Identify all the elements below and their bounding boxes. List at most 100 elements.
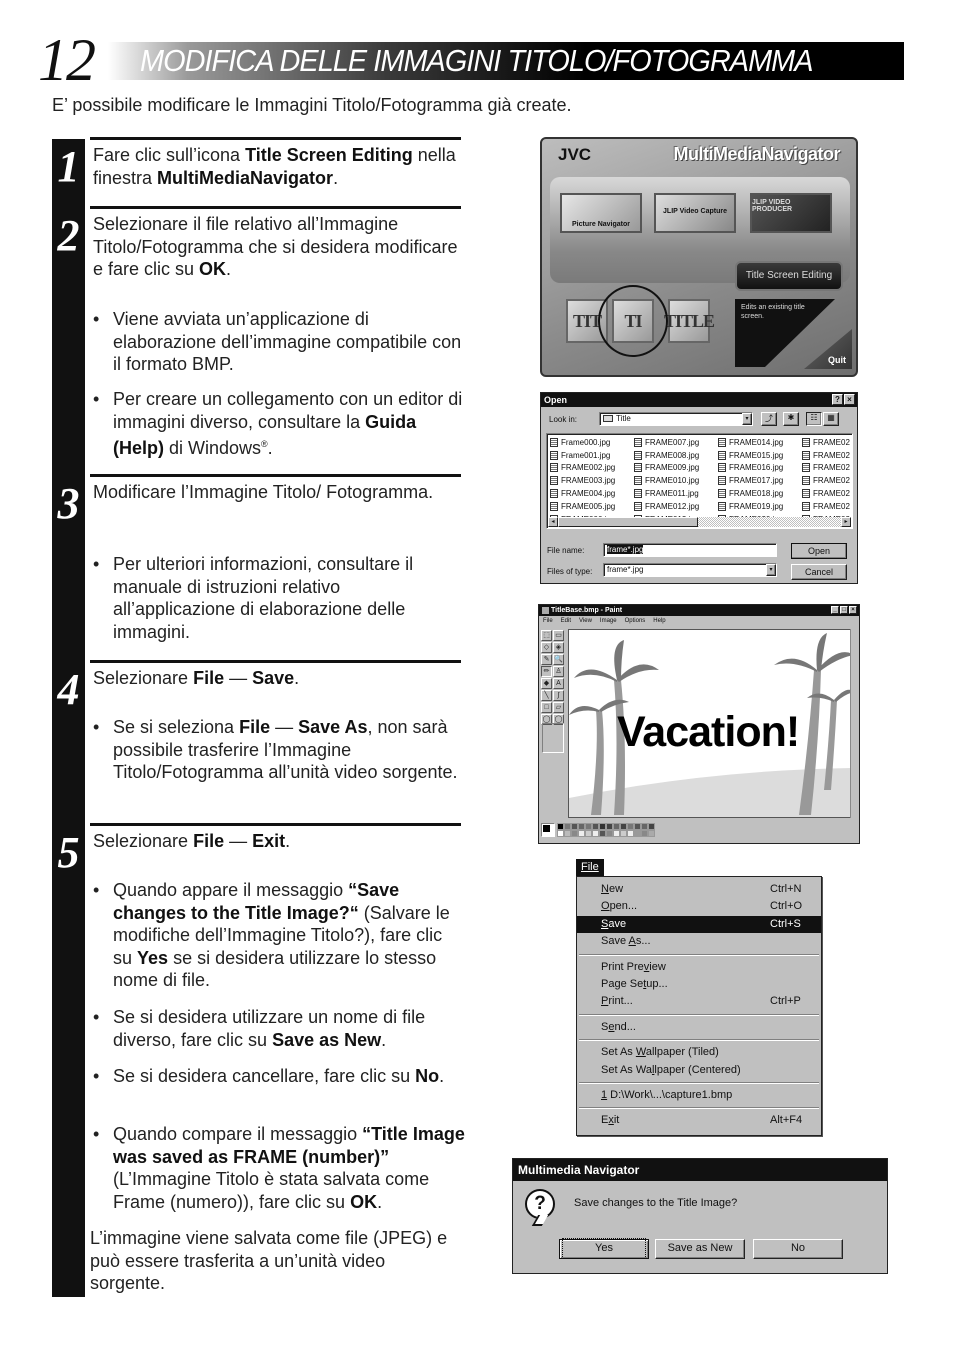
file-item[interactable]: FRAME007.jpg	[634, 436, 718, 449]
menu-options[interactable]: Options	[625, 616, 646, 626]
open-button[interactable]: Open	[791, 543, 847, 559]
color-swatch[interactable]	[627, 823, 634, 830]
file-menu-item[interactable]: Print... Ctrl+P	[577, 993, 821, 1010]
minimize-icon[interactable]: _	[831, 606, 839, 614]
file-item[interactable]: FRAME016.jpg	[718, 462, 802, 475]
color-swatch[interactable]	[578, 823, 585, 830]
paint-tool-button[interactable]: ⬚	[541, 630, 552, 641]
color-swatch[interactable]	[620, 823, 627, 830]
file-menu-item[interactable]: Send...	[577, 1019, 821, 1036]
paint-tool-button[interactable]: ✏	[541, 666, 552, 677]
file-item[interactable]: FRAME019.jpg	[718, 500, 802, 513]
paint-tool-button[interactable]: ▱	[553, 702, 564, 713]
yes-button[interactable]: Yes	[559, 1238, 649, 1259]
file-list[interactable]: Frame000.jpg Frame001.jpg FRAME002.jpg FRAM…	[546, 433, 853, 529]
no-button[interactable]: No	[753, 1239, 843, 1259]
file-menu-item[interactable]: Exit Alt+F4	[577, 1112, 821, 1129]
color-swatch[interactable]	[620, 830, 627, 837]
color-swatch[interactable]	[571, 823, 578, 830]
look-in-select[interactable]: Title ▾	[599, 412, 753, 426]
file-item[interactable]: FRAME002.jpg	[550, 462, 634, 475]
color-swatch[interactable]	[641, 830, 648, 837]
file-item[interactable]: Frame001.jpg	[550, 449, 634, 462]
color-swatch[interactable]	[557, 830, 564, 837]
file-menu-item[interactable]: Set As Wallpaper (Tiled)	[577, 1044, 821, 1061]
quit-button[interactable]: Quit	[804, 329, 852, 369]
color-swatch[interactable]	[599, 830, 606, 837]
chevron-down-icon[interactable]: ▾	[742, 413, 752, 425]
paint-tool-button[interactable]: A	[553, 678, 564, 689]
color-swatch[interactable]	[613, 830, 620, 837]
maximize-icon[interactable]: □	[840, 606, 848, 614]
up-folder-icon[interactable]: ⤴	[761, 412, 777, 426]
file-item[interactable]: FRAME017.jpg	[718, 474, 802, 487]
file-menu-item[interactable]: Print Preview	[577, 959, 821, 976]
menu-file[interactable]: File	[543, 616, 553, 626]
file-item[interactable]: FRAME012.jpg	[634, 500, 718, 513]
file-item[interactable]: FRAME003.jpg	[550, 474, 634, 487]
paint-tool-button[interactable]: ◆	[541, 678, 552, 689]
file-type-select[interactable]: frame*.jpg ▾	[603, 563, 777, 577]
file-menu-item[interactable]: Open... Ctrl+O	[577, 898, 821, 915]
scrollbar-thumb[interactable]	[558, 517, 698, 527]
file-item[interactable]: FRAME02	[802, 487, 852, 500]
scroll-left-icon[interactable]: ◂	[548, 517, 558, 527]
list-view-icon[interactable]: ☷	[806, 412, 822, 426]
title-tool-button[interactable]: TITLE	[664, 299, 715, 343]
horizontal-scrollbar[interactable]: ◂ ▸	[548, 517, 851, 527]
color-swatch[interactable]	[592, 830, 599, 837]
color-swatch[interactable]	[599, 823, 606, 830]
paint-tool-button[interactable]: ✎	[541, 654, 552, 665]
file-item[interactable]: FRAME009.jpg	[634, 462, 718, 475]
file-menu-item[interactable]: New Ctrl+N	[577, 881, 821, 898]
color-swatch[interactable]	[585, 823, 592, 830]
color-swatch[interactable]	[648, 830, 655, 837]
paint-tool-button[interactable]: □	[541, 702, 552, 713]
scroll-right-icon[interactable]: ▸	[841, 517, 851, 527]
new-folder-icon[interactable]: ✱	[783, 412, 799, 426]
file-menu-item[interactable]: Save Ctrl+S	[577, 915, 821, 934]
close-icon[interactable]: ×	[844, 394, 855, 405]
color-swatch[interactable]	[627, 830, 634, 837]
paint-tool-button[interactable]: ∫	[553, 690, 564, 701]
color-swatch[interactable]	[648, 823, 655, 830]
menu-help[interactable]: Help	[653, 616, 665, 626]
color-swatch[interactable]	[634, 830, 641, 837]
file-item[interactable]: FRAME005.jpg	[550, 500, 634, 513]
file-item[interactable]: FRAME02	[802, 500, 852, 513]
file-menu-item[interactable]: Page Setup...	[577, 976, 821, 993]
menu-edit[interactable]: Edit	[561, 616, 571, 626]
jlip-video-producer-button[interactable]: JLIP VIDEO PRODUCER	[750, 193, 832, 233]
file-menu-item[interactable]: Save As...	[577, 933, 821, 950]
color-swatch[interactable]	[641, 823, 648, 830]
color-swatch[interactable]	[606, 823, 613, 830]
file-item[interactable]: FRAME018.jpg	[718, 487, 802, 500]
color-swatch[interactable]	[613, 823, 620, 830]
file-item[interactable]: FRAME014.jpg	[718, 436, 802, 449]
file-item[interactable]: FRAME004.jpg	[550, 487, 634, 500]
file-item[interactable]: FRAME02	[802, 462, 852, 475]
file-menu-item[interactable]: Set As Wallpaper (Centered)	[577, 1062, 821, 1079]
color-swatch[interactable]	[564, 830, 571, 837]
color-swatch[interactable]	[578, 830, 585, 837]
paint-tool-button[interactable]: ◈	[553, 642, 564, 653]
file-item[interactable]: Frame000.jpg	[550, 436, 634, 449]
paint-canvas[interactable]: Vacation!	[568, 629, 853, 818]
file-name-input[interactable]: frame*.jpg	[603, 543, 777, 557]
file-item[interactable]: FRAME02	[802, 436, 852, 449]
paint-tool-button[interactable]: 🔍	[553, 654, 564, 665]
vertical-scrollbar[interactable]	[850, 629, 858, 818]
details-view-icon[interactable]: ▦	[823, 412, 839, 426]
menu-view[interactable]: View	[579, 616, 592, 626]
file-menu-tab[interactable]: File	[576, 859, 604, 876]
paint-tool-button[interactable]: ▭	[553, 630, 564, 641]
paint-tool-button[interactable]: ♙	[553, 666, 564, 677]
file-item[interactable]: FRAME02	[802, 474, 852, 487]
file-item[interactable]: FRAME015.jpg	[718, 449, 802, 462]
color-swatch[interactable]	[585, 830, 592, 837]
color-swatch[interactable]	[592, 823, 599, 830]
paint-tool-button[interactable]: ╲	[541, 690, 552, 701]
jlip-video-capture-button[interactable]: JLIP Video Capture	[654, 193, 736, 233]
file-item[interactable]: FRAME011.jpg	[634, 487, 718, 500]
file-item[interactable]: FRAME02	[802, 449, 852, 462]
